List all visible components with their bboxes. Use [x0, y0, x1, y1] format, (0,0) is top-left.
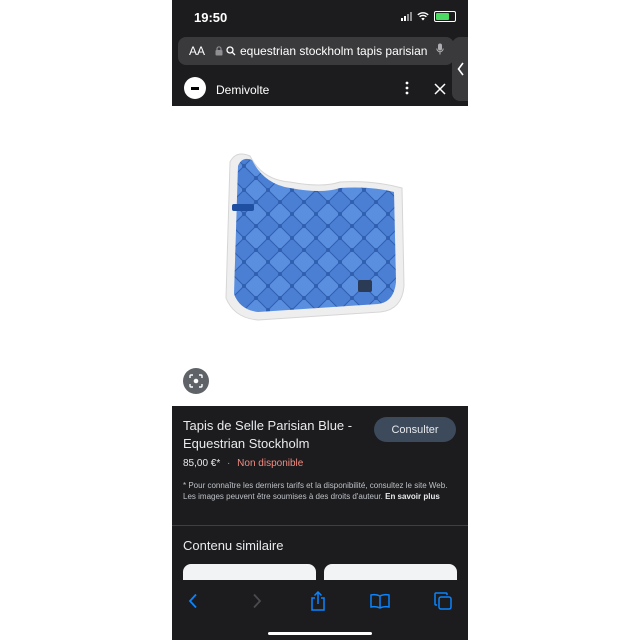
learn-more-link[interactable]: En savoir plus	[385, 492, 440, 501]
url-bar[interactable]: AA equestrian stockholm tapis parisian	[178, 37, 454, 65]
lock-icon	[215, 46, 223, 56]
source-row: Demivolte	[172, 72, 468, 106]
more-vert-icon[interactable]	[402, 80, 412, 96]
similar-heading: Contenu similaire	[183, 538, 284, 553]
back-icon	[188, 593, 197, 609]
source-logo	[184, 77, 206, 99]
bookmarks-button[interactable]	[368, 590, 392, 612]
lens-button[interactable]	[183, 368, 209, 394]
price-separator: ·	[227, 458, 231, 469]
browser-toolbar	[172, 580, 468, 640]
status-time: 19:50	[194, 10, 228, 25]
divider	[172, 525, 468, 526]
status-icons	[401, 11, 456, 22]
saddle-pad-image	[225, 153, 405, 321]
product-image[interactable]	[172, 106, 468, 406]
microphone-icon[interactable]	[436, 43, 444, 55]
disclaimer: * Pour connaître les derniers tarifs et …	[183, 480, 457, 502]
search-icon	[226, 46, 236, 56]
close-icon[interactable]	[434, 83, 446, 95]
home-indicator	[268, 632, 372, 635]
lens-icon	[189, 374, 203, 388]
reader-options-button[interactable]: AA	[189, 44, 209, 58]
source-name[interactable]: Demivolte	[216, 83, 269, 97]
share-button[interactable]	[306, 590, 330, 612]
forward-icon	[253, 593, 262, 609]
phone-screen: 19:50 AA equestrian stockholm tapis pari…	[172, 0, 468, 640]
battery-icon	[434, 11, 456, 22]
price: 85,00 €*	[183, 458, 221, 469]
tabs-button[interactable]	[431, 590, 455, 612]
product-title[interactable]: Tapis de Selle Parisian Blue - Equestria…	[183, 417, 368, 453]
wifi-icon	[417, 12, 429, 21]
consulter-button[interactable]: Consulter	[374, 417, 456, 442]
price-row: 85,00 €* · Non disponible	[183, 458, 303, 469]
url-text[interactable]: equestrian stockholm tapis parisian	[240, 44, 445, 58]
availability-status: Non disponible	[237, 458, 304, 469]
tabs-icon	[434, 592, 452, 610]
forward-button[interactable]	[245, 590, 269, 612]
share-icon	[311, 591, 325, 611]
status-bar: 19:50	[172, 0, 468, 34]
back-button[interactable]	[181, 590, 205, 612]
product-info: Tapis de Selle Parisian Blue - Equestria…	[172, 406, 468, 526]
signal-icon	[401, 12, 412, 21]
bookmarks-icon	[370, 593, 390, 609]
